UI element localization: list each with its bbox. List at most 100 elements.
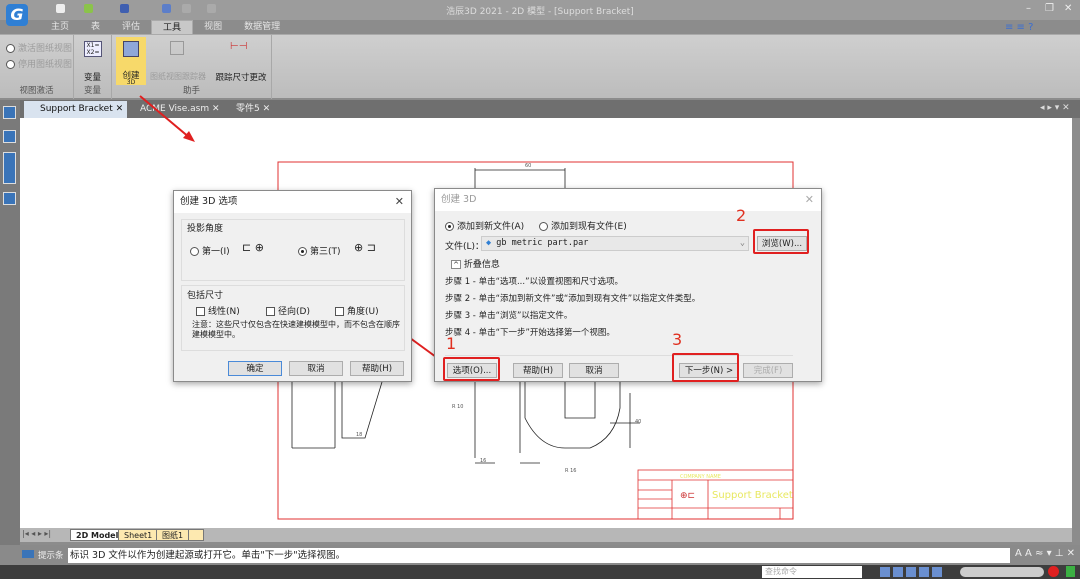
restore-button[interactable]: ❐ <box>1045 3 1054 14</box>
tab-table[interactable]: 表 <box>80 20 111 34</box>
projection-group: 投影角度 第一(I) ⊏ ⊕ 第三(T) ⊕ ⊐ <box>181 219 405 281</box>
radio-label: 第三(T) <box>310 247 341 257</box>
pan-icon[interactable] <box>906 567 916 577</box>
upload-icon[interactable] <box>1066 566 1075 577</box>
ok-button[interactable]: 确定 <box>228 361 282 376</box>
annotation-3: 3 <box>672 330 683 349</box>
close-tab-icon[interactable]: ✕ <box>212 104 220 114</box>
third-angle-radio[interactable]: 第三(T) <box>298 244 341 257</box>
add-to-new-file-radio[interactable]: 添加到新文件(A) <box>445 219 524 232</box>
help-button[interactable]: 帮助(H) <box>350 361 404 376</box>
first-angle-radio[interactable]: 第一(I) <box>190 244 230 257</box>
finish-button[interactable]: 完成(F) <box>743 363 793 378</box>
tab-tools[interactable]: 工具 <box>151 20 194 34</box>
create-3d-dialog: 创建 3D ✕ 添加到新文件(A) 添加到现有文件(E) 文件(L)： ◆ gb… <box>434 188 822 382</box>
tab-nav-controls[interactable]: ◂ ▸ ▾ ✕ <box>1040 103 1070 113</box>
help-panel-icon[interactable] <box>3 192 16 205</box>
group-variables: X1= X2= 变量 变量 <box>74 35 112 99</box>
sheet-tabs: |◂ ◂ ▸ ▸| 2D Model Sheet1 图纸1 <box>20 528 1072 542</box>
collapse-info-toggle[interactable]: ^ 折叠信息 <box>451 257 500 270</box>
group-view-activate: 激活图纸视图 停用图纸视图 视图激活 <box>0 35 74 99</box>
tab-evaluate[interactable]: 评估 <box>111 20 151 34</box>
close-tab-icon[interactable]: ✕ <box>116 104 124 114</box>
dim-60: 60 <box>525 163 531 169</box>
help-button[interactable]: 帮助(H) <box>513 363 563 378</box>
track-dim-changes-button[interactable]: 跟踪尺寸更改 <box>212 71 270 83</box>
close-tab-icon[interactable]: ✕ <box>263 104 271 114</box>
file-value: gb metric part.par <box>496 238 589 248</box>
highlight-options <box>443 357 500 381</box>
highlight-next <box>672 353 739 382</box>
cancel-button[interactable]: 取消 <box>289 361 343 376</box>
view-icon[interactable] <box>932 567 942 577</box>
doc-tab-part5[interactable]: 零件5 ✕ <box>220 101 274 118</box>
group-label: 视图激活 <box>19 86 54 96</box>
close-icon[interactable]: ✕ <box>805 193 814 206</box>
prompt-controls[interactable]: A A ≈ ▾ ⊥ ✕ <box>1015 548 1075 559</box>
doc-tab-acme-vise[interactable]: ACME Vise.asm ✕ <box>124 101 224 118</box>
radio-label: 第一(I) <box>202 247 230 257</box>
tab-label: Support Bracket <box>40 104 113 114</box>
activate-view-button[interactable]: 激活图纸视图 <box>6 41 72 54</box>
zoom-icon[interactable] <box>893 567 903 577</box>
sheet-view-tracker-button[interactable]: 图纸视图跟踪器 <box>148 71 208 82</box>
zoom-slider[interactable] <box>960 567 1044 577</box>
track-dim-icon: ⊢⊣ <box>230 41 248 52</box>
add-sheet-icon[interactable] <box>188 529 204 541</box>
dimensions-group: 包括尺寸 线性(N) 径向(D) 角度(U) 注意：这些尺寸仅包含在快速建模模型… <box>181 285 405 351</box>
window-title: 浩辰3D 2021 - 2D 模型 - [Support Bracket] <box>446 7 634 17</box>
sheet-icon[interactable] <box>3 152 16 184</box>
tab-home[interactable]: 主页 <box>40 20 80 34</box>
create-3d-options-dialog: 创建 3D 选项 ✕ 投影角度 第一(I) ⊏ ⊕ 第三(T) ⊕ ⊐ 包括尺寸… <box>173 190 412 382</box>
group-label: 包括尺寸 <box>187 291 224 301</box>
variables-icon: X1= X2= <box>84 41 102 57</box>
divider <box>445 355 793 356</box>
first-angle-symbol-icon: ⊏ ⊕ <box>242 241 264 254</box>
dim-40: 40 <box>635 419 641 425</box>
part-file-icon: ◆ <box>486 238 492 248</box>
file-select[interactable]: ◆ gb metric part.par ⌄ <box>481 236 749 251</box>
variables-button[interactable]: 变量 <box>74 71 111 83</box>
angular-checkbox[interactable]: 角度(U) <box>335 304 379 317</box>
fit-icon[interactable] <box>919 567 929 577</box>
sheet-tab-drawing1[interactable]: 图纸1 <box>156 529 190 541</box>
dialog-title: 创建 3D 选项 <box>174 191 411 213</box>
step-text: 步骤 3 - 单击“浏览”以指定文件。 <box>445 311 573 321</box>
tracker-icon <box>170 41 184 55</box>
group-label: 投影角度 <box>187 224 224 234</box>
add-to-existing-file-radio[interactable]: 添加到现有文件(E) <box>539 219 627 232</box>
dim-16: 16 <box>480 458 486 464</box>
sheet-tab-sheet1[interactable]: Sheet1 <box>118 529 159 541</box>
tab-view[interactable]: 视图 <box>193 20 233 34</box>
sheet-tab-2d-model[interactable]: 2D Model <box>70 529 125 541</box>
command-search-input[interactable]: 查找命令 <box>762 566 862 578</box>
deactivate-view-button[interactable]: 停用图纸视图 <box>6 57 72 70</box>
help-icon[interactable]: ≡ ≡ ? <box>1005 22 1033 33</box>
dialog-title: 创建 3D <box>435 189 821 211</box>
cancel-button[interactable]: 取消 <box>569 363 619 378</box>
zoom-area-icon[interactable] <box>880 567 890 577</box>
sheet-nav-buttons[interactable]: |◂ ◂ ▸ ▸| <box>22 529 51 538</box>
doc-tab-support-bracket[interactable]: Support Bracket ✕ <box>24 101 128 118</box>
layers-icon[interactable] <box>3 130 16 143</box>
projection-symbol: ⊕⊏ <box>680 491 695 501</box>
checkbox-label: 角度(U) <box>347 307 379 317</box>
library-icon[interactable] <box>3 106 16 119</box>
step-text: 步骤 1 - 单击“选项...”以设置视图和尺寸选项。 <box>445 277 623 287</box>
minimize-button[interactable]: – <box>1026 3 1031 14</box>
dim-r10: R 10 <box>452 404 463 410</box>
close-icon[interactable]: ✕ <box>395 195 404 208</box>
ribbon-tabs: 主页 表 评估 工具 视图 数据管理 <box>40 20 291 34</box>
tab-data-management[interactable]: 数据管理 <box>233 20 291 34</box>
close-button[interactable]: ✕ <box>1064 3 1072 14</box>
create-3d-button[interactable]: 创建 3D <box>116 37 146 86</box>
group-helpers: 创建 3D 图纸视图跟踪器 ⊢⊣ 跟踪尺寸更改 助手 <box>112 35 272 99</box>
view-tools <box>880 567 960 577</box>
radio-label: 添加到新文件(A) <box>457 222 525 232</box>
dim-18: 18 <box>356 432 362 438</box>
tab-label: 零件5 <box>236 104 260 114</box>
group-label: 助手 <box>182 86 200 96</box>
linear-checkbox[interactable]: 线性(N) <box>196 304 240 317</box>
stop-icon[interactable] <box>1048 566 1059 577</box>
radial-checkbox[interactable]: 径向(D) <box>266 304 310 317</box>
